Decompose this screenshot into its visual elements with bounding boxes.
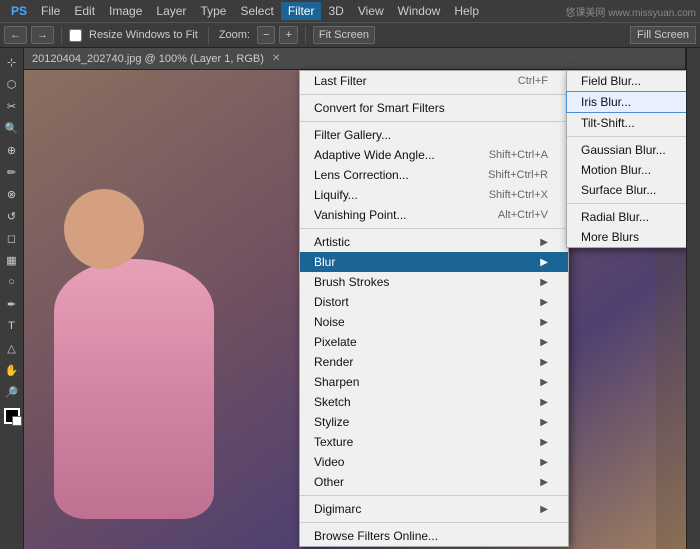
tool-brush[interactable]: ✏ [2, 162, 22, 182]
zoom-out-button[interactable]: − [257, 26, 275, 44]
fill-screen-button[interactable]: Fill Screen [630, 26, 696, 44]
tool-type[interactable]: T [2, 316, 22, 336]
blur-gaussian[interactable]: Gaussian Blur... [567, 140, 686, 160]
filter-gallery[interactable]: Filter Gallery... [300, 125, 568, 145]
filter-sep-2 [300, 121, 568, 122]
tool-dodge[interactable]: ○ [2, 272, 22, 292]
tool-crop[interactable]: ✂ [2, 96, 22, 116]
menubar-type[interactable]: Type [193, 2, 233, 20]
filter-artistic[interactable]: Artistic ▶ [300, 232, 568, 252]
menubar-select[interactable]: Select [233, 2, 280, 20]
filter-brush-strokes[interactable]: Brush Strokes ▶ [300, 272, 568, 292]
blur-surface[interactable]: Surface Blur... [567, 180, 686, 200]
tools-panel: ⊹ ⬡ ✂ 🔍 ⊕ ✏ ⊗ ↺ ◻ ▦ ○ ✒ T △ ✋ 🔎 [0, 48, 24, 549]
menubar-window[interactable]: Window [391, 2, 448, 20]
tool-path[interactable]: △ [2, 338, 22, 358]
toolbar: ← → Resize Windows to Fit Zoom: − + Fit … [0, 22, 700, 48]
forward-button[interactable]: → [31, 26, 54, 44]
canvas-area: 20120404_202740.jpg @ 100% (Layer 1, RGB… [24, 48, 686, 549]
zoom-label: Zoom: [216, 29, 253, 41]
tool-zoom[interactable]: 🔎 [2, 382, 22, 402]
tool-spot-heal[interactable]: ⊕ [2, 140, 22, 160]
menubar-3d[interactable]: 3D [321, 2, 350, 20]
blur-tilt-shift[interactable]: Tilt-Shift... [567, 113, 686, 133]
canvas-tab-title: 20120404_202740.jpg @ 100% (Layer 1, RGB [32, 53, 260, 65]
blur-field[interactable]: Field Blur... [567, 71, 686, 91]
toolbar-sep-1 [61, 26, 62, 44]
menubar-image[interactable]: Image [102, 2, 149, 20]
tool-move[interactable]: ⊹ [2, 52, 22, 72]
filter-lens-correction[interactable]: Lens Correction... Shift+Ctrl+R [300, 165, 568, 185]
menubar-view[interactable]: View [351, 2, 391, 20]
filter-blur[interactable]: Blur ▶ [300, 252, 568, 272]
filter-browse-online[interactable]: Browse Filters Online... [300, 526, 568, 546]
filter-menu: Last Filter Ctrl+F Convert for Smart Fil… [299, 70, 569, 547]
filter-render[interactable]: Render ▶ [300, 352, 568, 372]
resize-windows-checkbox[interactable] [69, 29, 82, 42]
filter-smart-filters[interactable]: Convert for Smart Filters [300, 98, 568, 118]
blur-radial[interactable]: Radial Blur... [567, 207, 686, 227]
blur-iris[interactable]: Iris Blur... [566, 91, 686, 113]
filter-sep-3 [300, 228, 568, 229]
menubar-help[interactable]: Help [447, 2, 486, 20]
filter-pixelate[interactable]: Pixelate ▶ [300, 332, 568, 352]
tool-history[interactable]: ↺ [2, 206, 22, 226]
filter-sep-5 [300, 522, 568, 523]
resize-windows-label: Resize Windows to Fit [86, 29, 201, 41]
tool-lasso[interactable]: ⬡ [2, 74, 22, 94]
right-panel [686, 48, 700, 549]
filter-other[interactable]: Other ▶ [300, 472, 568, 492]
menubar: PS File Edit Image Layer Type Select Fil… [0, 0, 700, 22]
canvas-close-button[interactable]: ✕ [272, 53, 280, 64]
menubar-filter[interactable]: Filter [281, 2, 322, 20]
foreground-color[interactable] [4, 408, 20, 424]
tool-clone[interactable]: ⊗ [2, 184, 22, 204]
filter-last-filter[interactable]: Last Filter Ctrl+F [300, 71, 568, 91]
filter-texture[interactable]: Texture ▶ [300, 432, 568, 452]
fit-screen-button[interactable]: Fit Screen [313, 26, 375, 44]
menubar-file[interactable]: File [34, 2, 67, 20]
filter-video[interactable]: Video ▶ [300, 452, 568, 472]
blur-sep-2 [567, 203, 686, 204]
tool-eraser[interactable]: ◻ [2, 228, 22, 248]
blur-sep-1 [567, 136, 686, 137]
toolbar-sep-3 [305, 26, 306, 44]
filter-adaptive-wide[interactable]: Adaptive Wide Angle... Shift+Ctrl+A [300, 145, 568, 165]
tool-eyedropper[interactable]: 🔍 [2, 118, 22, 138]
menubar-ps[interactable]: PS [4, 2, 34, 20]
tool-hand[interactable]: ✋ [2, 360, 22, 380]
filter-sep-1 [300, 94, 568, 95]
menubar-layer[interactable]: Layer [149, 2, 193, 20]
blur-submenu: Field Blur... Iris Blur... Tilt-Shift...… [566, 70, 686, 248]
back-button[interactable]: ← [4, 26, 27, 44]
main-area: ⊹ ⬡ ✂ 🔍 ⊕ ✏ ⊗ ↺ ◻ ▦ ○ ✒ T △ ✋ 🔎 20120404… [0, 48, 700, 549]
zoom-in-button[interactable]: + [279, 26, 297, 44]
filter-sketch[interactable]: Sketch ▶ [300, 392, 568, 412]
filter-stylize[interactable]: Stylize ▶ [300, 412, 568, 432]
filter-liquify[interactable]: Liquify... Shift+Ctrl+X [300, 185, 568, 205]
filter-vanishing-point[interactable]: Vanishing Point... Alt+Ctrl+V [300, 205, 568, 225]
canvas-tab-suffix: ) [260, 53, 264, 65]
menubar-edit[interactable]: Edit [67, 2, 102, 20]
filter-digimarc[interactable]: Digimarc ▶ [300, 499, 568, 519]
filter-sharpen[interactable]: Sharpen ▶ [300, 372, 568, 392]
blur-more[interactable]: More Blurs ▶ [567, 227, 686, 247]
toolbar-sep-2 [208, 26, 209, 44]
tool-gradient[interactable]: ▦ [2, 250, 22, 270]
tool-pen[interactable]: ✒ [2, 294, 22, 314]
filter-distort[interactable]: Distort ▶ [300, 292, 568, 312]
blur-motion[interactable]: Motion Blur... [567, 160, 686, 180]
filter-sep-4 [300, 495, 568, 496]
canvas-tab: 20120404_202740.jpg @ 100% (Layer 1, RGB… [24, 48, 686, 70]
filter-noise[interactable]: Noise ▶ [300, 312, 568, 332]
